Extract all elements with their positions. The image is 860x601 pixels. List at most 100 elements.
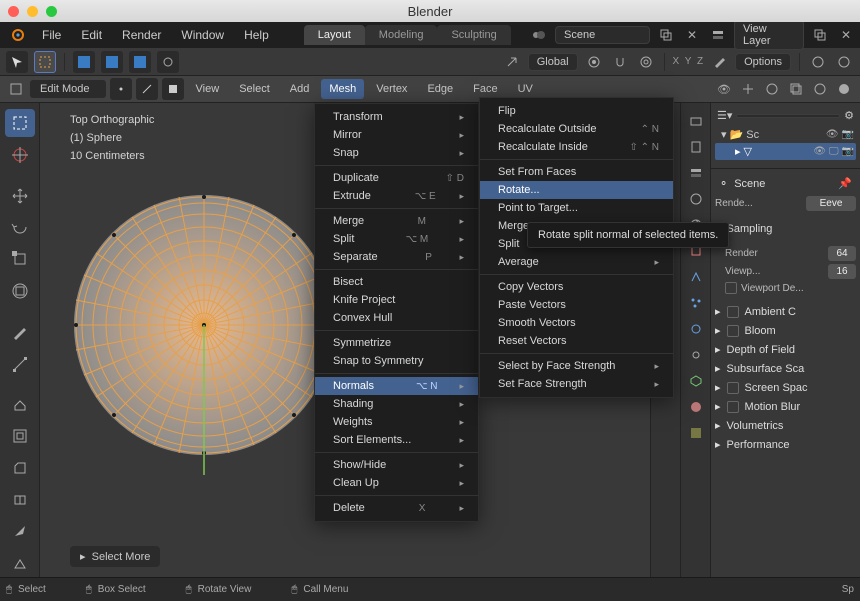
mesh-sort[interactable]: Sort Elements... [315, 431, 478, 449]
copy-layer-icon[interactable] [810, 25, 830, 45]
panel-volumetrics[interactable]: ▸ Volumetrics [711, 416, 860, 435]
cursor-tool-icon[interactable] [6, 51, 28, 73]
menu-file[interactable]: File [32, 24, 71, 46]
render-samples[interactable]: 64 [828, 246, 856, 261]
tab-viewlayer-icon[interactable] [686, 163, 706, 183]
tool-loopcut[interactable] [5, 486, 35, 514]
shading-wire-icon[interactable] [810, 79, 830, 99]
selmode-edge-icon[interactable] [101, 51, 123, 73]
viewport-samples[interactable]: 16 [828, 264, 856, 279]
tool-transform[interactable] [5, 277, 35, 305]
normals-rotate[interactable]: Rotate... [480, 181, 673, 199]
overlays-icon[interactable] [762, 79, 782, 99]
mesh-split[interactable]: Split⌥ M [315, 230, 478, 248]
menu-edit[interactable]: Edit [71, 24, 112, 46]
redo-panel[interactable]: ▸ Select More [70, 546, 160, 567]
delete-scene-icon[interactable]: ✕ [682, 25, 702, 45]
tool-move[interactable] [5, 182, 35, 210]
menu-vertex[interactable]: Vertex [368, 79, 415, 99]
mesh-shading[interactable]: Shading [315, 395, 478, 413]
close-icon[interactable] [8, 6, 19, 17]
tab-scene-icon[interactable] [686, 189, 706, 209]
camera-icon[interactable]: 📷 [842, 129, 854, 140]
layers-icon[interactable] [708, 25, 728, 45]
v-select-icon[interactable] [110, 78, 132, 100]
normals-copy-vectors[interactable]: Copy Vectors [480, 278, 673, 296]
mesh-weights[interactable]: Weights [315, 413, 478, 431]
outliner[interactable]: ☰▾ ⚙ ▾ 📂 Sc 👁 📷 ▸ ▽ 👁 🖵 📷 [711, 103, 860, 164]
menu-view[interactable]: View [188, 79, 228, 99]
panel-bloom[interactable]: ▸ Bloom [711, 321, 860, 340]
mesh-separate[interactable]: SeparateP [315, 248, 478, 266]
mesh-knife-project[interactable]: Knife Project [315, 291, 478, 309]
copy-scene-icon[interactable] [656, 25, 676, 45]
orientation-selector[interactable]: Global [528, 53, 578, 71]
filter-icon[interactable]: ⚙ [844, 109, 854, 122]
interaction-mode[interactable]: Edit Mode [30, 80, 106, 98]
tab-modifier-icon[interactable] [686, 267, 706, 287]
proportional-icon[interactable] [636, 52, 656, 72]
normals-reset-vectors[interactable]: Reset Vectors [480, 332, 673, 350]
selmode-vertex-icon[interactable] [73, 51, 95, 73]
normals-average[interactable]: Average [480, 253, 673, 271]
tool-bevel[interactable] [5, 454, 35, 482]
tab-constraints-icon[interactable] [686, 345, 706, 365]
tool-rotate[interactable] [5, 214, 35, 242]
mesh-normals[interactable]: Normals⌥ N [315, 377, 478, 395]
mesh-duplicate[interactable]: Duplicate⇧ D [315, 169, 478, 187]
menu-face[interactable]: Face [465, 79, 505, 99]
outliner-type-icon[interactable]: ☰▾ [717, 109, 732, 122]
mesh-snap[interactable]: Snap [315, 144, 478, 162]
select-tool-icon[interactable] [34, 51, 56, 73]
tab-texture-icon[interactable] [686, 423, 706, 443]
visibility-icon[interactable]: 👁 [826, 129, 839, 140]
delete-layer-icon[interactable]: ✕ [836, 25, 856, 45]
orientation-icon[interactable] [502, 52, 522, 72]
xray-icon[interactable] [786, 79, 806, 99]
options-dropdown[interactable]: Options [735, 53, 791, 71]
gizmo-icon[interactable] [738, 79, 758, 99]
tab-particles-icon[interactable] [686, 293, 706, 313]
tab-sculpting[interactable]: Sculpting [437, 25, 510, 45]
camera-icon[interactable]: 📷 [842, 146, 854, 157]
normals-smooth-vectors[interactable]: Smooth Vectors [480, 314, 673, 332]
overlay-icon[interactable] [808, 52, 828, 72]
tool-extrude[interactable] [5, 391, 35, 419]
mesh-clean-up[interactable]: Clean Up [315, 474, 478, 492]
f-select-icon[interactable] [162, 78, 184, 100]
tool-scale[interactable] [5, 245, 35, 273]
outliner-search[interactable] [736, 114, 840, 118]
menu-edge[interactable]: Edge [419, 79, 461, 99]
mesh-merge[interactable]: MergeM [315, 212, 478, 230]
e-select-icon[interactable] [136, 78, 158, 100]
blender-logo-icon[interactable] [6, 25, 26, 45]
tool-inset[interactable] [5, 423, 35, 451]
render-icon[interactable]: 🖵 [829, 146, 839, 157]
tool-cursor[interactable] [5, 141, 35, 169]
menu-help[interactable]: Help [234, 24, 279, 46]
tab-layout[interactable]: Layout [304, 25, 365, 45]
pin-icon[interactable]: 📌 [838, 177, 852, 190]
mesh-mirror[interactable]: Mirror [315, 126, 478, 144]
mesh-edit-mode-icon[interactable] [709, 52, 729, 72]
zoom-icon[interactable] [46, 6, 57, 17]
panel-ssr[interactable]: ▸ Screen Spac [711, 378, 860, 397]
mesh-convex-hull[interactable]: Convex Hull [315, 309, 478, 327]
normals-recalc-outside[interactable]: Recalculate Outside⌃ N [480, 120, 673, 138]
tab-material-icon[interactable] [686, 397, 706, 417]
tool-measure[interactable] [5, 350, 35, 378]
tool-annotate[interactable] [5, 318, 35, 346]
outliner-scene-collection[interactable]: ▾ 📂 Sc 👁 📷 [715, 126, 856, 143]
tool-knife[interactable] [5, 518, 35, 546]
pivot-icon[interactable] [157, 51, 179, 73]
mesh-symmetrize[interactable]: Symmetrize [315, 334, 478, 352]
visibility-icon[interactable]: 👁 [714, 79, 734, 99]
panel-dof[interactable]: ▸ Depth of Field [711, 340, 860, 359]
tab-modeling[interactable]: Modeling [365, 25, 438, 45]
normals-recalc-inside[interactable]: Recalculate Inside⇧ ⌃ N [480, 138, 673, 156]
tab-physics-icon[interactable] [686, 319, 706, 339]
scene-selector[interactable]: Scene [555, 26, 650, 44]
menu-uv[interactable]: UV [510, 79, 541, 99]
normals-set-face-strength[interactable]: Set Face Strength [480, 375, 673, 393]
normals-select-by-strength[interactable]: Select by Face Strength [480, 357, 673, 375]
